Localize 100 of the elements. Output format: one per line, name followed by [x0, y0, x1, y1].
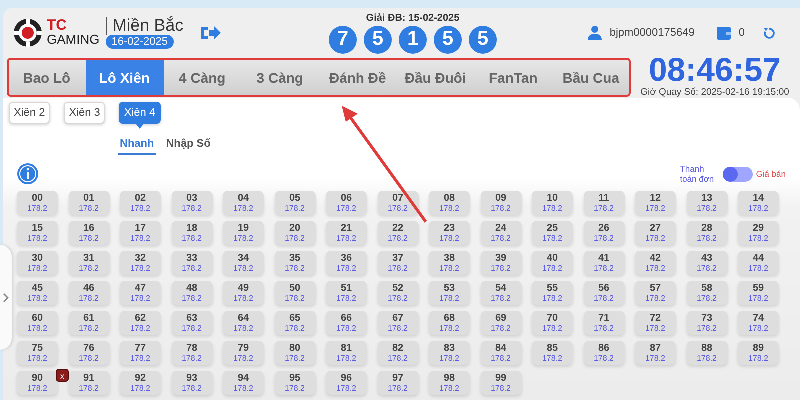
number-tile[interactable]: 66 178.2 [326, 311, 367, 335]
number-tile[interactable]: 29 178.2 [738, 221, 779, 245]
number-tile[interactable]: 84 178.2 [480, 341, 522, 365]
number-tile[interactable]: 10 178.2 [532, 191, 573, 215]
number-tile[interactable]: 30 178.2 [17, 251, 58, 275]
number-tile[interactable]: 12 178.2 [635, 191, 676, 215]
number-tile[interactable]: 97 178.2 [378, 371, 418, 395]
number-tile[interactable]: 69 178.2 [480, 311, 522, 335]
number-tile[interactable]: 96 178.2 [326, 371, 367, 395]
number-tile[interactable]: 41 178.2 [584, 251, 624, 275]
number-tile[interactable]: 98 178.2 [429, 371, 470, 395]
number-tile[interactable]: 92 178.2 [120, 371, 161, 395]
number-tile[interactable]: 61 178.2 [68, 311, 110, 335]
number-tile[interactable]: 43 178.2 [686, 251, 728, 275]
number-tile[interactable]: 20 178.2 [274, 221, 316, 245]
number-tile[interactable]: 39 178.2 [480, 251, 522, 275]
number-tile[interactable]: 86 178.2 [584, 341, 624, 365]
remove-button[interactable]: x [56, 369, 69, 382]
number-tile[interactable]: 57 178.2 [635, 281, 676, 305]
mode-tab[interactable]: Nhanh [118, 137, 156, 155]
info-icon[interactable] [17, 163, 39, 185]
number-tile[interactable]: 17 178.2 [120, 221, 161, 245]
number-tile[interactable]: 24 178.2 [480, 221, 522, 245]
number-tile[interactable]: 58 178.2 [686, 281, 728, 305]
number-tile[interactable]: 46 178.2 [68, 281, 110, 305]
number-tile[interactable]: 60 178.2 [17, 311, 58, 335]
number-tile[interactable]: 50 178.2 [274, 281, 316, 305]
number-tile[interactable]: 85 178.2 [532, 341, 573, 365]
bet-type-tab[interactable]: Xiên 2 [9, 102, 50, 124]
number-tile[interactable]: 18 178.2 [172, 221, 212, 245]
number-tile[interactable]: 14 178.2 [738, 191, 779, 215]
number-tile[interactable]: 02 178.2 [120, 191, 161, 215]
number-tile[interactable]: 23 178.2 [429, 221, 470, 245]
number-tile[interactable]: 16 178.2 [68, 221, 110, 245]
number-tile[interactable]: 93 178.2 [172, 371, 212, 395]
number-tile[interactable]: 72 178.2 [635, 311, 676, 335]
number-tile[interactable]: 08 178.2 [429, 191, 470, 215]
number-tile[interactable]: 07 178.2 [378, 191, 418, 215]
number-tile[interactable]: 01 178.2 [68, 191, 110, 215]
number-tile[interactable]: 77 178.2 [120, 341, 161, 365]
number-tile[interactable]: 70 178.2 [532, 311, 573, 335]
number-tile[interactable]: 21 178.2 [326, 221, 367, 245]
number-tile[interactable]: 95 178.2 [274, 371, 316, 395]
number-tile[interactable]: 82 178.2 [378, 341, 418, 365]
number-tile[interactable]: 25 178.2 [532, 221, 573, 245]
number-tile[interactable]: 00 178.2 [17, 191, 58, 215]
number-tile[interactable]: 54 178.2 [480, 281, 522, 305]
number-tile[interactable]: 52 178.2 [378, 281, 418, 305]
number-tile[interactable]: 83 178.2 [429, 341, 470, 365]
game-tab[interactable]: Bao Lô [8, 59, 86, 96]
number-tile[interactable]: 87 178.2 [635, 341, 676, 365]
number-tile[interactable]: 73 178.2 [686, 311, 728, 335]
number-tile[interactable]: 63 178.2 [172, 311, 212, 335]
number-tile[interactable]: 80 178.2 [274, 341, 316, 365]
side-handle[interactable] [0, 245, 12, 350]
number-tile[interactable]: 71 178.2 [584, 311, 624, 335]
game-tab[interactable]: FanTan [474, 59, 552, 96]
number-tile[interactable]: 62 178.2 [120, 311, 161, 335]
number-tile[interactable]: 76 178.2 [68, 341, 110, 365]
number-tile[interactable]: 79 178.2 [223, 341, 264, 365]
number-tile[interactable]: 74 178.2 [738, 311, 779, 335]
number-tile[interactable]: 34 178.2 [223, 251, 264, 275]
number-tile[interactable]: 03 178.2 [172, 191, 212, 215]
number-tile[interactable]: 19 178.2 [223, 221, 264, 245]
number-tile[interactable]: 35 178.2 [274, 251, 316, 275]
number-tile[interactable]: 28 178.2 [686, 221, 728, 245]
game-tab[interactable]: Đánh Đề [319, 59, 397, 96]
bet-type-tab[interactable]: Xiên 4 [119, 102, 161, 124]
number-tile[interactable]: 38 178.2 [429, 251, 470, 275]
number-tile[interactable]: 51 178.2 [326, 281, 367, 305]
number-tile[interactable]: 44 178.2 [738, 251, 779, 275]
game-tab[interactable]: 3 Càng [241, 59, 319, 96]
number-tile[interactable]: 36 178.2 [326, 251, 367, 275]
number-tile[interactable]: 13 178.2 [686, 191, 728, 215]
number-tile[interactable]: 37 178.2 [378, 251, 418, 275]
number-tile[interactable]: 45 178.2 [17, 281, 58, 305]
number-tile[interactable]: 55 178.2 [532, 281, 573, 305]
number-tile[interactable]: 68 178.2 [429, 311, 470, 335]
refresh-icon[interactable] [763, 26, 776, 40]
number-tile[interactable]: 04 178.2 [223, 191, 264, 215]
number-tile[interactable]: 56 178.2 [584, 281, 624, 305]
number-tile[interactable]: 11 178.2 [584, 191, 624, 215]
toggle-switch[interactable] [723, 166, 754, 182]
number-tile[interactable]: 78 178.2 [172, 341, 212, 365]
number-tile[interactable]: 81 178.2 [326, 341, 367, 365]
number-tile[interactable]: 15 178.2 [17, 221, 58, 245]
number-tile[interactable]: 65 178.2 [274, 311, 316, 335]
number-tile[interactable]: 94 178.2 [223, 371, 264, 395]
number-tile[interactable]: 91 178.2 [68, 371, 110, 395]
number-tile[interactable]: 22 178.2 [378, 221, 418, 245]
number-tile[interactable]: 42 178.2 [635, 251, 676, 275]
number-tile[interactable]: 06 178.2 [326, 191, 367, 215]
number-tile[interactable]: 49 178.2 [223, 281, 264, 305]
number-tile[interactable]: 32 178.2 [120, 251, 161, 275]
number-tile[interactable]: 27 178.2 [635, 221, 676, 245]
number-tile[interactable]: 90 178.2 [17, 371, 58, 395]
mode-tab[interactable]: Nhập Số [164, 137, 213, 155]
number-tile[interactable]: 64 178.2 [223, 311, 264, 335]
number-tile[interactable]: 89 178.2 [738, 341, 779, 365]
game-tab[interactable]: Bầu Cua [552, 59, 630, 96]
